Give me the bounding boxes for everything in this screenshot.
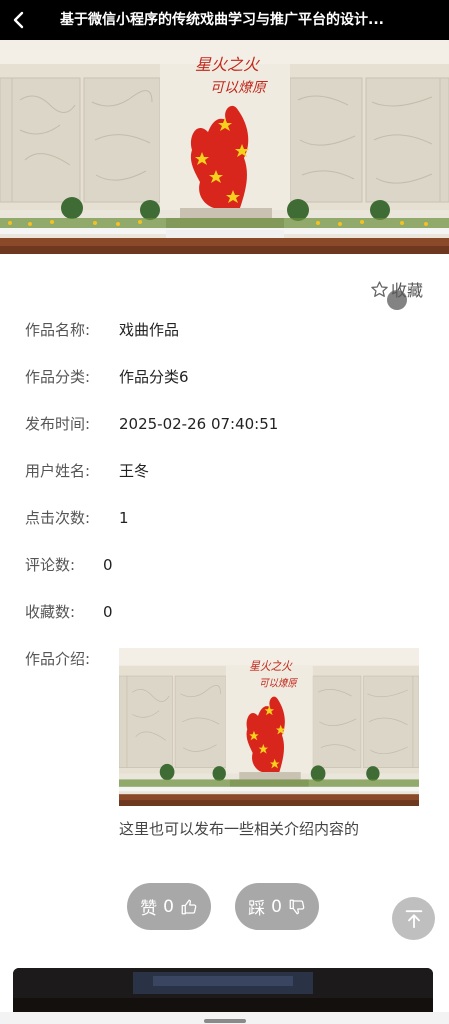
detail-label: 点击次数:: [25, 509, 91, 527]
monument-photo: 星火之火 可以燎原: [119, 648, 419, 806]
detail-label: 收藏数:: [25, 603, 76, 621]
detail-label: 用户姓名:: [25, 462, 91, 480]
detail-row-name: 作品名称: 戏曲作品: [25, 318, 179, 342]
detail-row-category: 作品分类: 作品分类6: [25, 365, 189, 389]
detail-row-intro: 作品介绍:: [25, 647, 90, 671]
arrow-up-to-top-icon: [405, 909, 422, 928]
detail-label: 作品分类:: [25, 368, 91, 386]
detail-value: 1: [119, 509, 129, 527]
like-count: 0: [163, 896, 174, 917]
detail-value: 2025-02-26 07:40:51: [119, 415, 279, 433]
detail-value: 0: [103, 603, 113, 621]
scroll-to-top-button[interactable]: [392, 897, 435, 940]
like-button[interactable]: 赞 0: [127, 883, 211, 930]
intro-image[interactable]: 星火之火 可以燎原: [119, 648, 419, 806]
detail-label: 作品名称:: [25, 321, 91, 339]
detail-label: 发布时间:: [25, 415, 91, 433]
detail-row-comments: 评论数: 0: [25, 553, 113, 577]
dislike-count: 0: [271, 896, 282, 917]
detail-value: 0: [103, 556, 113, 574]
monument-photo: 星火之火 可以燎原: [0, 40, 449, 254]
home-indicator: [204, 1019, 246, 1023]
intro-calligraphy-1: 星火之火: [249, 660, 292, 674]
thumbs-down-icon: [289, 899, 305, 914]
intro-calligraphy-2: 可以燎原: [259, 677, 298, 690]
detail-row-favorites: 收藏数: 0: [25, 600, 113, 624]
detail-value: 作品分类6: [119, 368, 189, 386]
intro-text: 这里也可以发布一些相关介绍内容的: [119, 820, 360, 838]
detail-label: 作品介绍:: [25, 650, 91, 668]
detail-label: 评论数:: [25, 556, 76, 574]
like-label: 赞: [140, 899, 158, 919]
banner-calligraphy-1: 星火之火: [195, 55, 261, 74]
detail-row-username: 用户姓名: 王冬: [25, 459, 149, 483]
page-title: 基于微信小程序的传统戏曲学习与推广平台的设计...: [60, 12, 384, 28]
banner-calligraphy-2: 可以燎原: [210, 80, 268, 96]
dislike-label: 踩: [248, 899, 266, 919]
banner-image[interactable]: 星火之火 可以燎原: [0, 40, 449, 254]
detail-value: 戏曲作品: [119, 321, 180, 339]
chevron-left-icon: [13, 11, 24, 29]
detail-value: 王冬: [119, 462, 150, 480]
dislike-button[interactable]: 踩 0: [235, 883, 319, 930]
touch-indicator: [387, 290, 407, 310]
thumbs-up-icon: [181, 899, 197, 914]
star-outline-icon: [371, 280, 388, 297]
top-nav-bar: 基于微信小程序的传统戏曲学习与推广平台的设计...: [0, 0, 449, 40]
detail-row-clicks: 点击次数: 1: [25, 506, 129, 530]
detail-row-publish-time: 发布时间: 2025-02-26 07:40:51: [25, 412, 278, 436]
back-button[interactable]: [4, 0, 34, 40]
